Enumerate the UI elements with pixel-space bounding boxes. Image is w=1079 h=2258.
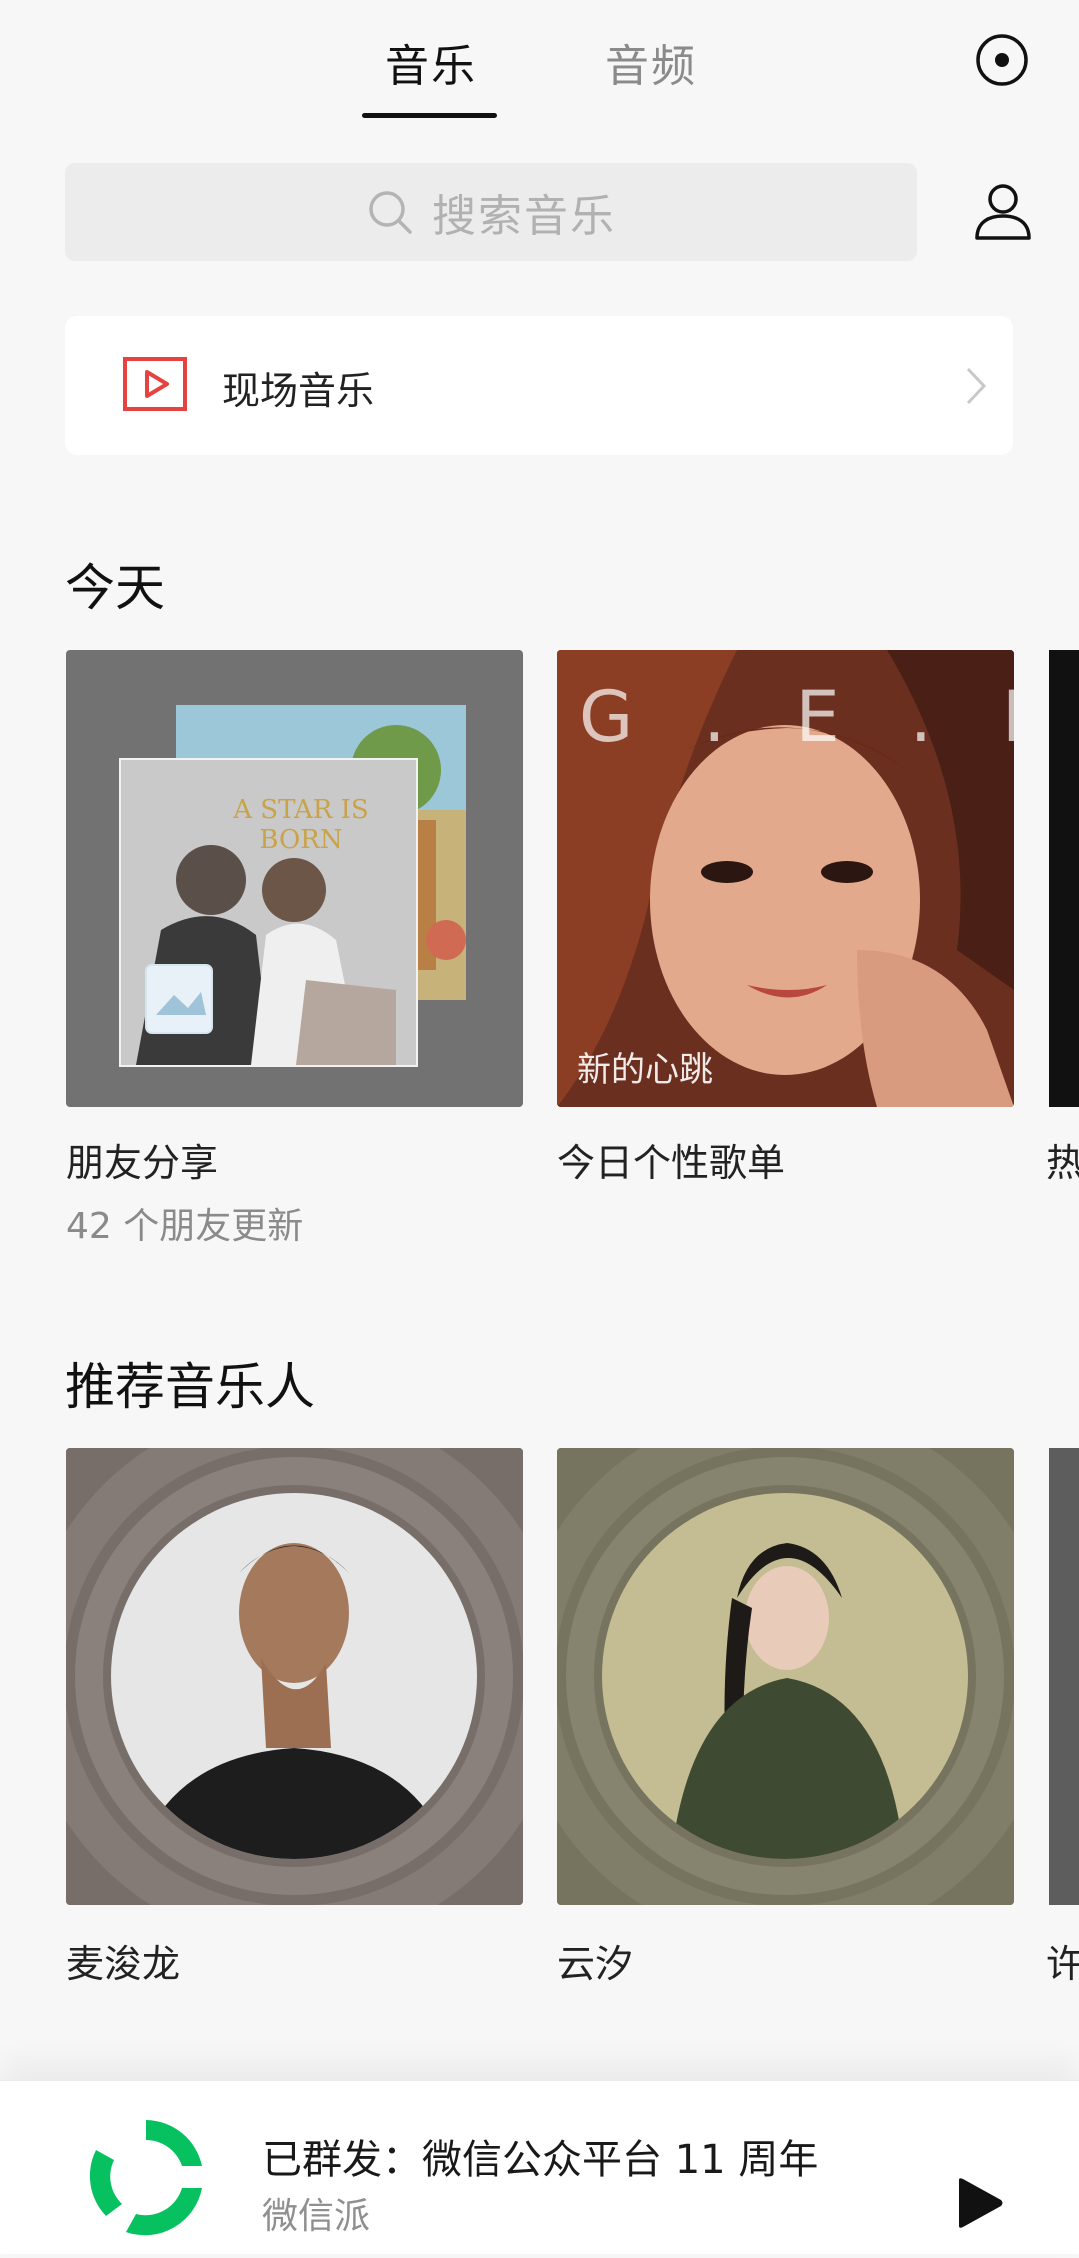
- search-icon: [369, 191, 412, 234]
- live-music-entry[interactable]: 现场音乐: [65, 316, 1013, 455]
- artist-photo: [557, 1448, 1014, 1905]
- artist-card[interactable]: [557, 1448, 1014, 1905]
- artist-card[interactable]: [66, 1448, 523, 1905]
- cover-album-text: 新的心跳: [577, 1050, 713, 1090]
- friends-share-title: 朋友分享: [66, 1141, 219, 1185]
- play-icon[interactable]: [955, 2177, 1005, 2229]
- more-artist-name: 许: [1046, 1942, 1079, 1986]
- mini-player[interactable]: 已群发：微信公众平台 11 周年 微信派: [0, 2080, 1079, 2254]
- more-artist-peek[interactable]: [1049, 1448, 1079, 1905]
- daily-playlist-card[interactable]: G.E.M. 新的心跳: [557, 650, 1014, 1107]
- more-card-peek[interactable]: [1049, 650, 1079, 1107]
- video-play-icon: [123, 357, 187, 411]
- friends-share-subtitle: 42 个朋友更新: [66, 1206, 304, 1247]
- live-music-label: 现场音乐: [222, 369, 375, 413]
- radio-circle-icon[interactable]: [975, 33, 1029, 87]
- search-input[interactable]: 搜索音乐: [65, 163, 917, 261]
- artist-name: 麦浚龙: [66, 1942, 181, 1986]
- tab-music[interactable]: 音乐: [385, 30, 477, 94]
- more-card-title: 热: [1046, 1141, 1079, 1185]
- artist-name: 云汐: [557, 1942, 634, 1986]
- wechat-pai-logo-icon: [89, 2120, 202, 2236]
- chevron-right-icon: [966, 367, 987, 405]
- mini-player-thumbnail: [66, 2100, 226, 2254]
- friends-share-card[interactable]: A STAR IS BORN: [66, 650, 523, 1107]
- mini-player-title: 已群发：微信公众平台 11 周年: [262, 2137, 819, 2183]
- mini-player-subtitle: 微信派: [262, 2196, 371, 2237]
- section-title-artists: 推荐音乐人: [65, 1358, 315, 1416]
- album-cover-art: [119, 705, 466, 1067]
- cover-title: A STAR IS BORN: [233, 795, 369, 855]
- tab-audio[interactable]: 音频: [605, 30, 697, 94]
- active-tab-indicator: [362, 113, 497, 118]
- search-placeholder: 搜索音乐: [432, 191, 616, 242]
- user-icon[interactable]: [972, 180, 1034, 242]
- artist-photo: [66, 1448, 523, 1905]
- cover-artist-text: G.E.M.: [579, 676, 1014, 758]
- daily-playlist-title: 今日个性歌单: [557, 1141, 786, 1185]
- section-title-today: 今天: [65, 559, 165, 617]
